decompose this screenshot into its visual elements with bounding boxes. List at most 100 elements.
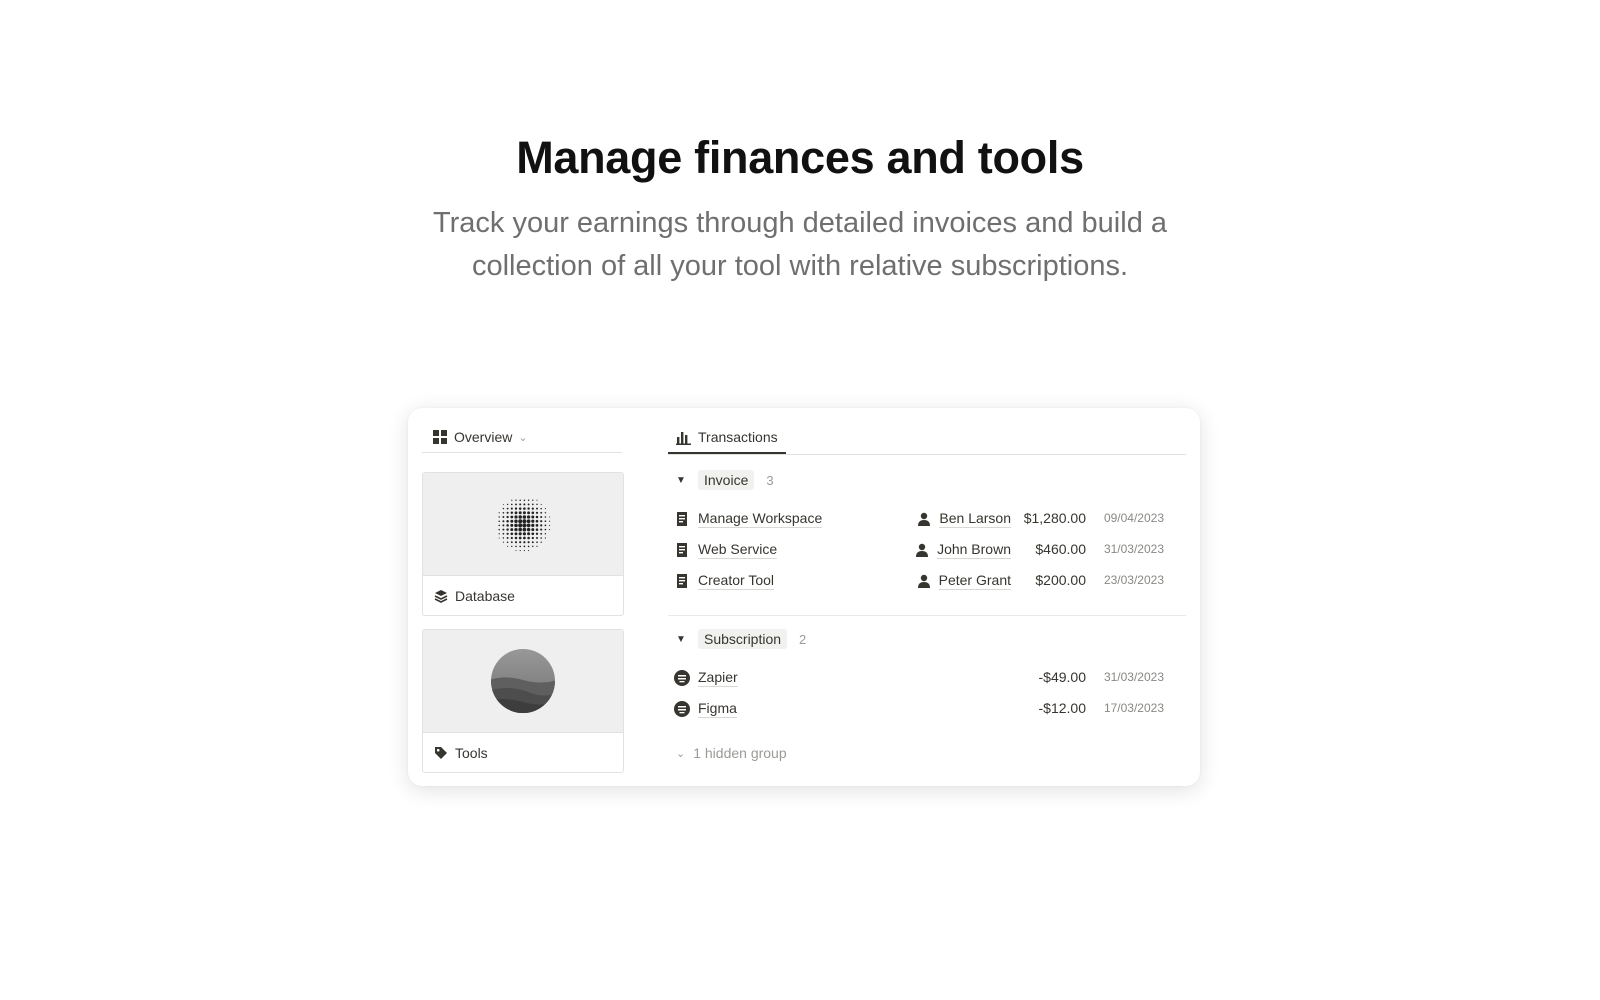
sphere-dot — [526, 527, 531, 532]
sphere-dot — [527, 532, 531, 536]
sphere-dot — [506, 515, 509, 519]
sphere-dot — [518, 519, 523, 524]
sphere-dot — [502, 511, 505, 514]
sphere-dot — [515, 499, 517, 501]
row-date: 31/03/2023 — [1103, 542, 1164, 556]
card-label: Database — [455, 587, 515, 604]
sphere-dot — [544, 524, 547, 527]
sphere-dot — [549, 520, 551, 522]
sphere-dot — [498, 520, 500, 522]
sphere-dot — [531, 511, 535, 515]
table-row[interactable]: Creator Tool Peter Grant $200.00 23/03/2… — [668, 566, 1178, 596]
row-amount: -$12.00 — [1038, 700, 1086, 716]
gallery-card-database[interactable]: Database — [422, 472, 624, 616]
sphere-dot — [519, 545, 522, 548]
sphere-dot — [532, 499, 534, 501]
sphere-dot — [514, 536, 518, 540]
receipt-icon — [677, 574, 687, 588]
group-label[interactable]: Invoice — [698, 470, 755, 490]
sphere-dot — [511, 499, 513, 501]
group-header-invoice: ▼ Invoice 3 — [668, 468, 774, 492]
sphere-dot — [506, 511, 509, 514]
sphere-dot — [544, 520, 547, 523]
sphere-dot — [502, 541, 504, 543]
collapse-triangle-icon[interactable]: ▼ — [676, 634, 686, 645]
card-cover — [423, 473, 623, 576]
sphere-dot — [549, 516, 551, 518]
sphere-dot — [510, 532, 514, 536]
layers-icon — [434, 589, 448, 603]
sphere-dot — [536, 507, 538, 510]
row-name[interactable]: Web Service — [698, 541, 778, 559]
row-date: 23/03/2023 — [1103, 573, 1164, 587]
table-row[interactable]: Manage Workspace Ben Larson $1,280.00 09… — [668, 504, 1178, 534]
landscape-circle-image — [491, 649, 555, 713]
sphere-dot — [527, 507, 530, 510]
sphere-dot — [523, 545, 526, 548]
table-row[interactable]: Web Service John Brown $460.00 31/03/202… — [668, 535, 1178, 565]
sphere-dot — [507, 545, 509, 547]
sphere-dot — [522, 523, 527, 528]
table-row[interactable]: Zapier -$49.00 31/03/2023 — [668, 663, 1178, 693]
sphere-dot — [531, 528, 535, 532]
row-name[interactable]: Figma — [698, 700, 737, 718]
sphere-dot — [540, 537, 543, 539]
group-label[interactable]: Subscription — [698, 629, 788, 649]
row-name[interactable]: Manage Workspace — [698, 510, 823, 528]
dot-sphere-image — [498, 499, 551, 552]
person-name: Ben Larson — [939, 510, 1011, 528]
hidden-group-toggle[interactable]: ⌄ 1 hidden group — [668, 741, 787, 765]
table-row[interactable]: Figma -$12.00 17/03/2023 — [668, 694, 1178, 724]
sphere-dot — [540, 507, 542, 510]
tab-transactions[interactable]: Transactions — [668, 422, 786, 454]
row-person[interactable]: Peter Grant — [917, 572, 1011, 590]
sphere-dot — [519, 541, 522, 544]
sphere-dot — [544, 537, 546, 539]
sphere-dot — [502, 528, 505, 531]
sphere-dot — [544, 508, 546, 510]
sphere-dot — [510, 503, 513, 506]
sphere-dot — [518, 532, 522, 536]
sphere-dot — [544, 516, 547, 518]
row-name[interactable]: Zapier — [698, 669, 738, 687]
collapse-triangle-icon[interactable]: ▼ — [676, 475, 686, 486]
sphere-dot — [514, 507, 518, 510]
sphere-dot — [502, 532, 505, 535]
row-name[interactable]: Creator Tool — [698, 572, 775, 590]
sphere-dot — [506, 541, 509, 543]
sphere-dot — [536, 541, 538, 544]
group-count: 2 — [799, 631, 807, 647]
person-name: John Brown — [937, 541, 1011, 559]
sphere-dot — [526, 515, 531, 519]
sphere-dot — [514, 541, 518, 544]
subscription-icon — [674, 670, 690, 686]
sphere-dot — [511, 545, 513, 548]
sphere-dot — [506, 537, 509, 539]
sphere-dot — [523, 541, 526, 544]
card-cover — [423, 630, 623, 733]
sphere-dot — [498, 537, 500, 539]
hero-subtitle: Track your earnings through detailed inv… — [432, 207, 1168, 282]
sphere-dot — [531, 507, 534, 510]
sphere-dot — [540, 541, 542, 543]
card-label: Tools — [455, 744, 488, 761]
sphere-dot — [531, 536, 534, 540]
sphere-dot — [536, 545, 538, 547]
row-amount: $460.00 — [1035, 541, 1086, 557]
sphere-dot — [515, 550, 517, 552]
gallery-card-tools[interactable]: Tools — [422, 629, 624, 773]
sphere-dot — [535, 511, 539, 514]
sphere-dot — [540, 528, 543, 531]
sphere-dot — [522, 511, 526, 515]
sphere-dot — [515, 545, 517, 548]
row-date: 09/04/2023 — [1103, 511, 1164, 525]
bar-chart-icon — [676, 431, 691, 445]
sphere-dot — [526, 519, 531, 524]
tab-overview[interactable]: Overview ⌄ — [422, 422, 622, 453]
row-amount: -$49.00 — [1038, 669, 1086, 685]
sphere-dot — [502, 516, 505, 518]
row-person[interactable]: John Brown — [915, 541, 1011, 559]
chevron-down-icon[interactable]: ⌄ — [518, 431, 527, 444]
row-person[interactable]: Ben Larson — [917, 510, 1011, 528]
notion-preview-panel: Overview ⌄ Database Tools Transactions ▼… — [408, 408, 1200, 786]
